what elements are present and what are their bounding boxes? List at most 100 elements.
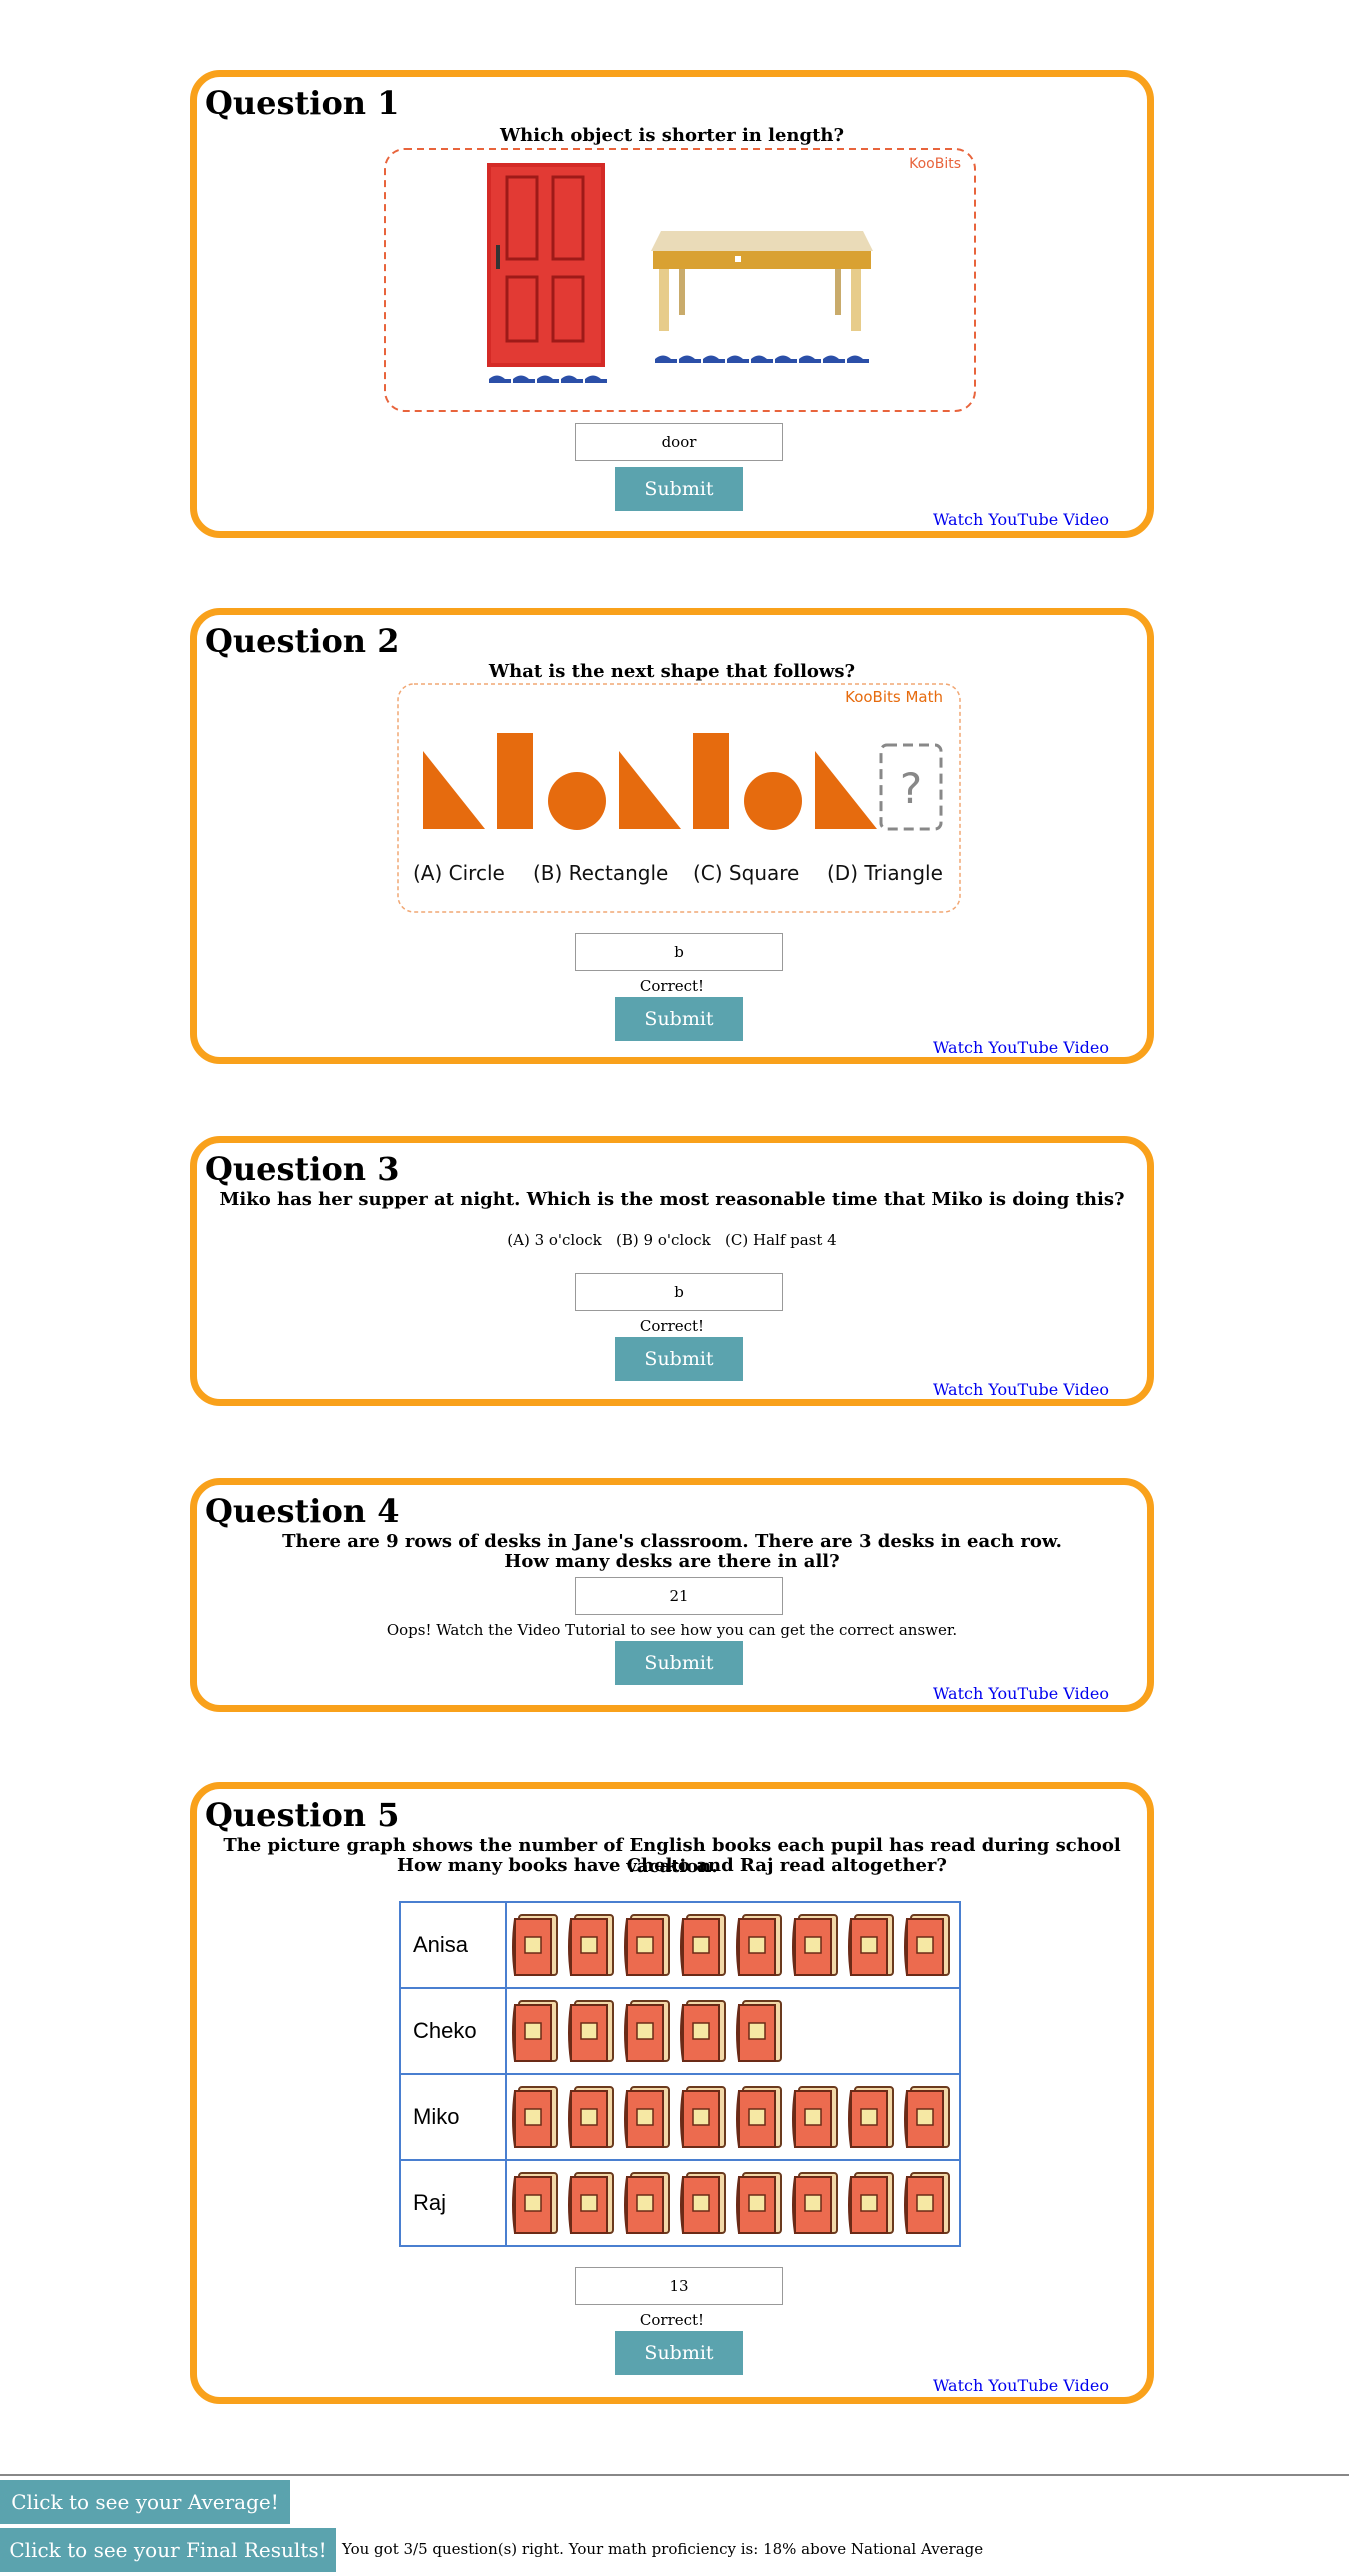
feedback-text: Correct! — [639, 1317, 705, 1335]
option-a: (A) Circle — [413, 861, 505, 885]
question-text: Which object is shorter in length? — [499, 125, 845, 146]
youtube-link[interactable]: Watch YouTube Video — [933, 1039, 1109, 1057]
question-mark: ? — [900, 764, 922, 813]
book-icon — [677, 1997, 731, 2065]
question-text-line2: How many books have Cheko and Raj read a… — [397, 1855, 947, 1876]
question-image: KooBits Math ? (A) Circle (B) Rectangle … — [397, 683, 961, 913]
pupil-name: Raj — [399, 2159, 507, 2247]
book-icons-cell — [505, 1987, 961, 2075]
pupil-name: Miko — [399, 2073, 507, 2161]
option-b: (B) Rectangle — [533, 861, 668, 885]
door-shoe-units — [489, 375, 607, 383]
question-3-card: Question 3 Miko has her supper at night.… — [190, 1136, 1154, 1406]
book-icon — [621, 1997, 675, 2065]
koobits-watermark: KooBits — [909, 156, 961, 172]
youtube-link[interactable]: Watch YouTube Video — [933, 511, 1109, 529]
book-icon — [901, 2169, 955, 2237]
book-icon — [621, 2083, 675, 2151]
option-c: (C) Square — [693, 861, 799, 885]
feedback-text: Correct! — [639, 2311, 705, 2329]
submit-button[interactable]: Submit — [615, 1641, 743, 1685]
book-icon — [509, 1911, 563, 1979]
answer-input[interactable]: 13 — [575, 2267, 783, 2305]
book-icon — [845, 2169, 899, 2237]
book-icon — [789, 1911, 843, 1979]
book-icon — [509, 1997, 563, 2065]
question-text-line1: There are 9 rows of desks in Jane's clas… — [282, 1531, 1062, 1552]
answer-input[interactable]: b — [575, 1273, 783, 1311]
options-text: (A) 3 o'clock (B) 9 o'clock (C) Half pas… — [507, 1231, 837, 1249]
option-d: (D) Triangle — [827, 861, 943, 885]
see-final-results-button[interactable]: Click to see your Final Results! — [0, 2528, 336, 2572]
question-image: KooBits — [383, 147, 977, 413]
feedback-text: Correct! — [639, 977, 705, 995]
table-shoe-units — [655, 355, 869, 363]
circle-shape — [744, 772, 802, 830]
question-title: Question 2 — [205, 622, 400, 660]
question-text: What is the next shape that follows? — [488, 661, 856, 682]
pupil-name: Cheko — [399, 1987, 507, 2075]
book-icon — [845, 2083, 899, 2151]
result-summary: You got 3/5 question(s) right. Your math… — [342, 2540, 984, 2558]
graph-row: Miko — [399, 2073, 961, 2161]
book-icon — [621, 1911, 675, 1979]
youtube-link[interactable]: Watch YouTube Video — [933, 1381, 1109, 1399]
footer-divider — [0, 2474, 1349, 2476]
book-icon — [509, 2083, 563, 2151]
book-icon — [621, 2169, 675, 2237]
book-icons-cell — [505, 2159, 961, 2247]
answer-input[interactable]: 21 — [575, 1577, 783, 1615]
question-text: Miko has her supper at night. Which is t… — [219, 1189, 1125, 1210]
book-icon — [733, 1911, 787, 1979]
book-icon — [845, 1911, 899, 1979]
triangle-shape — [619, 751, 681, 829]
book-icon — [733, 2083, 787, 2151]
question-title: Question 1 — [205, 84, 400, 122]
book-icon — [565, 2169, 619, 2237]
question-text-line2: How many desks are there in all? — [504, 1551, 840, 1572]
answer-input[interactable]: door — [575, 423, 783, 461]
youtube-link[interactable]: Watch YouTube Video — [933, 2377, 1109, 2395]
question-title: Question 5 — [205, 1796, 400, 1834]
koobits-math-watermark: KooBits Math — [845, 688, 943, 706]
answer-input[interactable]: b — [575, 933, 783, 971]
question-2-card: Question 2 What is the next shape that f… — [190, 608, 1154, 1064]
book-icon — [565, 1911, 619, 1979]
see-average-button[interactable]: Click to see your Average! — [0, 2480, 290, 2524]
submit-button[interactable]: Submit — [615, 467, 743, 511]
question-1-card: Question 1 Which object is shorter in le… — [190, 70, 1154, 538]
book-icon — [901, 1911, 955, 1979]
book-icon — [677, 2169, 731, 2237]
book-icon — [733, 2169, 787, 2237]
question-5-card: Question 5 The picture graph shows the n… — [190, 1782, 1154, 2404]
graph-row: Raj — [399, 2159, 961, 2247]
book-icon — [789, 2169, 843, 2237]
youtube-link[interactable]: Watch YouTube Video — [933, 1685, 1109, 1703]
submit-button[interactable]: Submit — [615, 1337, 743, 1381]
table-image — [651, 231, 873, 331]
question-title: Question 4 — [205, 1492, 400, 1530]
graph-row: Cheko — [399, 1987, 961, 2075]
book-icon — [565, 2083, 619, 2151]
circle-shape — [548, 772, 606, 830]
pupil-name: Anisa — [399, 1901, 507, 1989]
book-icon — [565, 1997, 619, 2065]
picture-graph: Anisa Cheko Miko Raj — [399, 1901, 961, 2247]
question-4-card: Question 4 There are 9 rows of desks in … — [190, 1478, 1154, 1712]
book-icon — [509, 2169, 563, 2237]
rectangle-shape — [497, 733, 533, 829]
graph-row: Anisa — [399, 1901, 961, 1989]
door-image — [487, 163, 605, 367]
triangle-shape — [815, 751, 877, 829]
question-title: Question 3 — [205, 1150, 400, 1188]
book-icon — [677, 1911, 731, 1979]
submit-button[interactable]: Submit — [615, 2331, 743, 2375]
book-icons-cell — [505, 2073, 961, 2161]
submit-button[interactable]: Submit — [615, 997, 743, 1041]
book-icons-cell — [505, 1901, 961, 1989]
feedback-text: Oops! Watch the Video Tutorial to see ho… — [386, 1621, 958, 1639]
book-icon — [733, 1997, 787, 2065]
book-icon — [901, 2083, 955, 2151]
book-icon — [789, 2083, 843, 2151]
triangle-shape — [423, 751, 485, 829]
